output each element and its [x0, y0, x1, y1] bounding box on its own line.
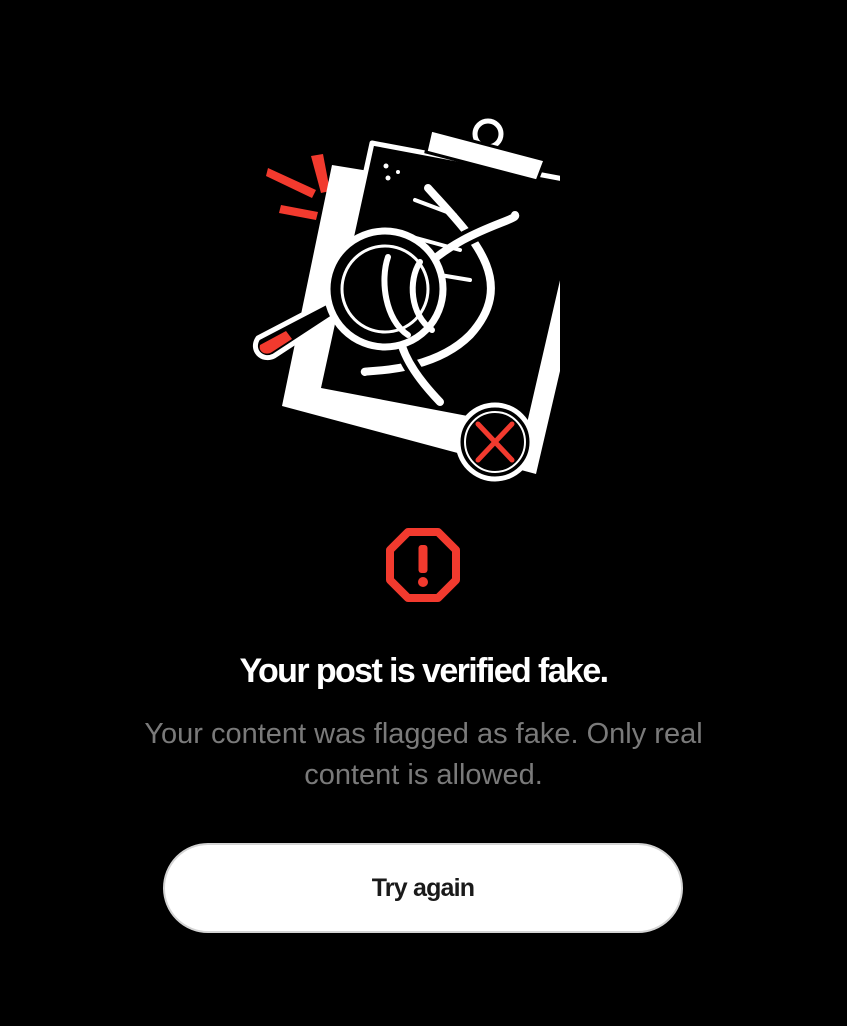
octagon-exclamation-icon — [386, 528, 460, 602]
x-badge-icon — [455, 402, 535, 482]
burst-lines — [266, 154, 330, 220]
magnifier-lens — [323, 227, 447, 351]
try-again-button[interactable]: Try again — [163, 843, 683, 933]
fake-document-illustration — [252, 118, 560, 482]
error-title: Your post is verified fake. — [239, 652, 609, 690]
error-description: Your content was flagged as fake. Only r… — [144, 718, 703, 791]
